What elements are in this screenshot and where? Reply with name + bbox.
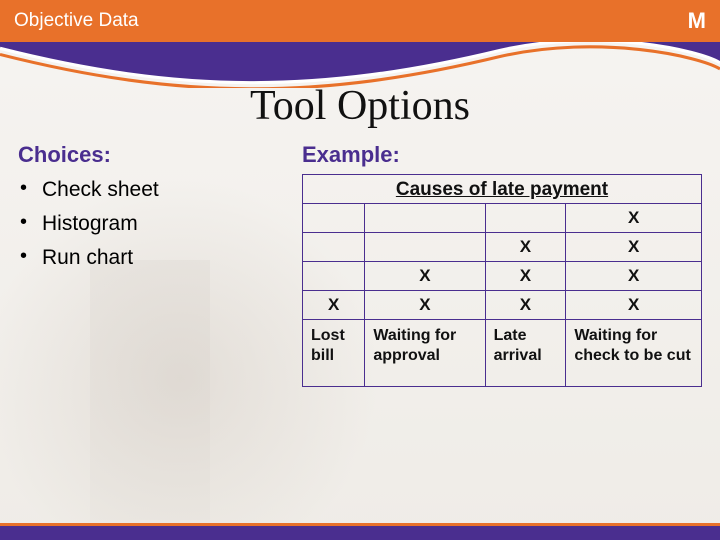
tally-cell: X: [303, 291, 365, 320]
bullet-icon: •: [20, 246, 42, 266]
column-header: Late arrival: [485, 320, 566, 387]
bullet-icon: •: [20, 212, 42, 232]
example-column: Example: Causes of late payment X X X: [302, 142, 702, 387]
example-heading: Example:: [302, 142, 702, 168]
tally-grid: X X X X X X X: [303, 204, 701, 386]
table-row: X: [303, 204, 701, 233]
tally-cell: X: [566, 291, 701, 320]
slide-header: Objective Data M: [0, 0, 720, 42]
list-item: • Check sheet: [20, 178, 278, 202]
header-badge: M: [688, 8, 706, 34]
list-item: • Histogram: [20, 212, 278, 236]
tally-cell: [365, 233, 485, 262]
choice-label: Check sheet: [42, 178, 159, 202]
tally-cell: [303, 233, 365, 262]
column-header: Waiting for check to be cut: [566, 320, 701, 387]
choice-label: Run chart: [42, 246, 133, 270]
tally-cell: X: [485, 291, 566, 320]
choices-heading: Choices:: [18, 142, 278, 168]
slide-footer-bar: [0, 526, 720, 540]
tally-cell: X: [365, 291, 485, 320]
tally-cell: X: [566, 233, 701, 262]
table-row: X X X: [303, 262, 701, 291]
choices-column: Choices: • Check sheet • Histogram • Run…: [18, 142, 278, 387]
table-caption: Causes of late payment: [303, 175, 701, 204]
slide-title: Tool Options: [0, 82, 720, 130]
table-header-row: Lost bill Waiting for approval Late arri…: [303, 320, 701, 387]
bullet-icon: •: [20, 178, 42, 198]
tally-cell: [303, 204, 365, 233]
column-header: Lost bill: [303, 320, 365, 387]
tally-cell: X: [365, 262, 485, 291]
choice-label: Histogram: [42, 212, 138, 236]
tally-cell: [485, 204, 566, 233]
tally-cell: [303, 262, 365, 291]
tally-cell: X: [566, 262, 701, 291]
tally-cell: X: [485, 233, 566, 262]
tally-cell: [365, 204, 485, 233]
choices-list: • Check sheet • Histogram • Run chart: [18, 178, 278, 270]
slide-content: Choices: • Check sheet • Histogram • Run…: [0, 130, 720, 387]
table-row: X X: [303, 233, 701, 262]
table-row: X X X X: [303, 291, 701, 320]
tally-cell: X: [485, 262, 566, 291]
tally-cell: X: [566, 204, 701, 233]
header-title: Objective Data: [14, 10, 139, 32]
list-item: • Run chart: [20, 246, 278, 270]
check-sheet-table: Causes of late payment X X X: [302, 174, 702, 387]
column-header: Waiting for approval: [365, 320, 485, 387]
